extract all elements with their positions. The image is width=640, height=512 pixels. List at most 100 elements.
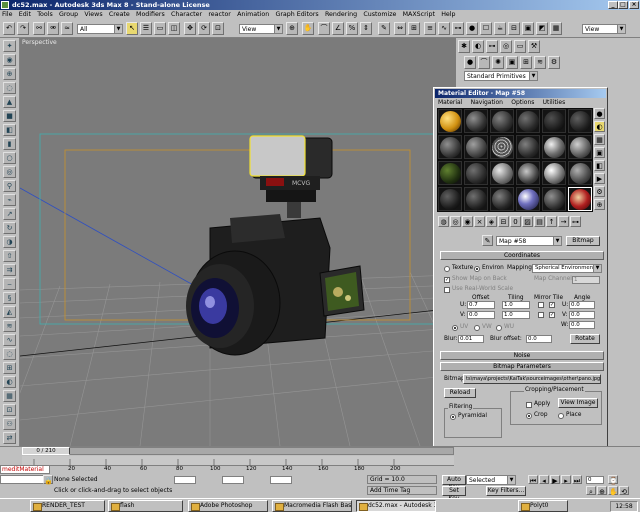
align-icon[interactable]: ⊞ xyxy=(408,22,420,35)
set-key-button[interactable]: Set Key xyxy=(442,486,466,502)
render-preset-dropdown[interactable]: View ▼ xyxy=(582,24,626,34)
create-tab-icon[interactable]: ✱ xyxy=(458,40,470,53)
display-tab-icon[interactable]: ▭ xyxy=(514,40,526,53)
select-object-icon[interactable]: ↖ xyxy=(126,22,138,35)
menu-reactor[interactable]: reactor xyxy=(206,10,233,20)
sample-slot[interactable] xyxy=(542,135,566,159)
key-filters-button[interactable]: Key Filters... xyxy=(486,486,526,496)
hierarchy-tab-icon[interactable]: ⊶ xyxy=(486,40,498,53)
environ-radio[interactable] xyxy=(474,266,480,272)
rotate-icon[interactable]: ⟳ xyxy=(198,22,210,35)
place-radio[interactable] xyxy=(558,413,564,419)
make-unique-icon[interactable]: ◈ xyxy=(486,216,497,227)
bone-icon[interactable]: ⌁ xyxy=(3,194,16,206)
next-frame-icon[interactable]: ▸ xyxy=(561,475,571,485)
rotate-button[interactable]: Rotate xyxy=(570,334,600,344)
sample-slot[interactable] xyxy=(516,109,540,133)
menu-file[interactable]: File xyxy=(0,10,15,20)
pyramidal-radio[interactable] xyxy=(450,414,456,420)
minimize-button[interactable]: _ xyxy=(608,1,618,9)
geometry-icon[interactable]: ● xyxy=(464,56,476,69)
helpers-icon[interactable]: ⊞ xyxy=(520,56,532,69)
bitmap-path-button[interactable]: ts\maya\projects\KaiTak\sourceimages\oth… xyxy=(463,374,601,384)
v-tile-checkbox[interactable]: ✓ xyxy=(549,312,555,318)
bend-icon[interactable]: ⌢ xyxy=(3,278,16,290)
window-crossing-icon[interactable]: ◫ xyxy=(168,22,180,35)
create-shape-icon[interactable]: ◌ xyxy=(3,82,16,94)
apply-checkbox[interactable] xyxy=(526,402,532,408)
smooth-icon[interactable]: ◐ xyxy=(3,376,16,388)
schematic-view-icon[interactable]: ⊶ xyxy=(452,22,464,35)
render-scene-icon[interactable]: ☐ xyxy=(480,22,492,35)
scale-icon[interactable]: ⊡ xyxy=(212,22,224,35)
move-icon[interactable]: ✥ xyxy=(184,22,196,35)
sample-slot[interactable] xyxy=(542,109,566,133)
menu-maxscript[interactable]: MAXScript xyxy=(401,10,437,20)
go-to-parent-icon[interactable]: ↑ xyxy=(546,216,557,227)
menu-create[interactable]: Create xyxy=(107,10,132,20)
go-to-end-icon[interactable]: ⏭ xyxy=(572,475,582,485)
v-tiling-field[interactable]: 1.0 xyxy=(502,311,530,319)
material-effects-channel-icon[interactable]: 0 xyxy=(510,216,521,227)
sample-slot[interactable] xyxy=(568,161,592,185)
menu-modifiers[interactable]: Modifiers xyxy=(134,10,167,20)
v-offset-field[interactable]: 0.0 xyxy=(467,311,495,319)
sample-slot[interactable] xyxy=(568,135,592,159)
menu-material[interactable]: Material xyxy=(435,99,465,106)
sample-type-icon[interactable]: ● xyxy=(594,108,605,119)
material-map-navigator-icon[interactable]: ⊶ xyxy=(570,216,581,227)
unlink-icon[interactable]: ⚮ xyxy=(47,22,59,35)
view-image-button[interactable]: View Image xyxy=(558,398,598,408)
quick-render-icon[interactable]: ☕ xyxy=(494,22,506,35)
show-map-in-viewport-icon[interactable]: ▨ xyxy=(522,216,533,227)
taskbar-item-flash[interactable]: flash xyxy=(108,500,183,512)
noise-icon[interactable]: ≋ xyxy=(3,320,16,332)
angle-snap-icon[interactable]: ∠ xyxy=(332,22,344,35)
sample-slot[interactable] xyxy=(490,187,514,211)
maximize-button[interactable]: □ xyxy=(618,1,628,9)
zoom-icon[interactable]: ⌕ xyxy=(586,486,596,496)
menu-graph-editors[interactable]: Graph Editors xyxy=(273,10,320,20)
camera-model[interactable]: MCVG xyxy=(186,135,365,356)
active-sample-slot[interactable] xyxy=(568,187,592,211)
modify-tab-icon[interactable]: ◐ xyxy=(472,40,484,53)
put-to-scene-icon[interactable]: ◎ xyxy=(450,216,461,227)
bind-space-warp-icon[interactable]: ≈ xyxy=(61,22,73,35)
taskbar-item-flash-basic[interactable]: Macromedia Flash Basic 8... xyxy=(272,500,352,512)
menu-help[interactable]: Help xyxy=(439,10,457,20)
coordinates-rollout[interactable]: Coordinates xyxy=(440,251,604,260)
w-angle-field[interactable]: 0.0 xyxy=(569,321,595,329)
backlight-icon[interactable]: ◐ xyxy=(594,121,605,132)
zoom-all-icon[interactable]: ⊕ xyxy=(597,486,607,496)
lathe-icon[interactable]: ◑ xyxy=(3,236,16,248)
menu-edit[interactable]: Edit xyxy=(17,10,33,20)
blur-offset-field[interactable]: 0.0 xyxy=(526,335,552,343)
blur-field[interactable]: 0.01 xyxy=(458,335,484,343)
named-selection-icon[interactable]: ✎ xyxy=(378,22,390,35)
extrude-icon[interactable]: ⇧ xyxy=(3,250,16,262)
menu-tools[interactable]: Tools xyxy=(35,10,55,20)
get-material-icon[interactable]: ◍ xyxy=(438,216,449,227)
make-preview-icon[interactable]: ▶ xyxy=(594,173,605,184)
selection-region-icon[interactable]: ▭ xyxy=(154,22,166,35)
x-coord-field[interactable] xyxy=(174,476,196,484)
selection-filter-dropdown[interactable]: All ▼ xyxy=(77,24,123,34)
create-box-icon[interactable]: ■ xyxy=(3,110,16,122)
u-angle-field[interactable]: 0.0 xyxy=(569,301,595,309)
spinner-snap-icon[interactable]: ⇕ xyxy=(360,22,372,35)
mirror-icon[interactable]: ⇔ xyxy=(394,22,406,35)
close-button[interactable]: × xyxy=(629,1,639,9)
menu-options[interactable]: Options xyxy=(508,99,537,106)
object-category-dropdown[interactable]: Standard Primitives ▼ xyxy=(464,71,538,81)
key-mode-dropdown[interactable]: Selected ▼ xyxy=(466,475,516,485)
render-frame-icon[interactable]: ▦ xyxy=(550,22,562,35)
assign-to-selection-icon[interactable]: ◉ xyxy=(462,216,473,227)
sweep-icon[interactable]: ⇉ xyxy=(3,264,16,276)
layer-manager-icon[interactable]: ≡ xyxy=(424,22,436,35)
lock-selection-icon[interactable]: 🔒 xyxy=(43,475,53,485)
previous-frame-icon[interactable]: ◂ xyxy=(539,475,549,485)
sample-slot[interactable] xyxy=(438,187,462,211)
systems-icon[interactable]: ⚙ xyxy=(548,56,560,69)
select-link-icon[interactable]: ⚯ xyxy=(33,22,45,35)
utilities-tab-icon[interactable]: ⚒ xyxy=(528,40,540,53)
